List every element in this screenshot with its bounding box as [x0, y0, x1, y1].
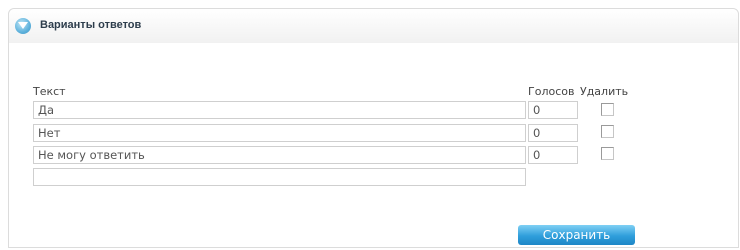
column-header-votes: Голосов — [528, 85, 575, 98]
answer-text-input[interactable] — [33, 146, 526, 164]
chevron-down-icon — [18, 22, 28, 29]
delete-checkbox[interactable] — [601, 103, 614, 116]
votes-input[interactable] — [528, 124, 578, 142]
collapse-chevron-icon[interactable] — [15, 18, 31, 34]
save-button[interactable]: Сохранить — [518, 225, 635, 245]
panel-header: Варианты ответов — [9, 9, 738, 43]
delete-checkbox[interactable] — [601, 125, 614, 138]
answer-text-input[interactable] — [33, 124, 526, 142]
column-header-delete: Удалить — [580, 85, 629, 98]
answer-text-input[interactable] — [33, 101, 526, 119]
panel-title: Варианты ответов — [40, 19, 142, 31]
new-answer-input[interactable] — [33, 168, 526, 186]
votes-input[interactable] — [528, 101, 578, 119]
delete-checkbox[interactable] — [601, 147, 614, 160]
column-header-text: Текст — [33, 85, 66, 98]
votes-input[interactable] — [528, 146, 578, 164]
